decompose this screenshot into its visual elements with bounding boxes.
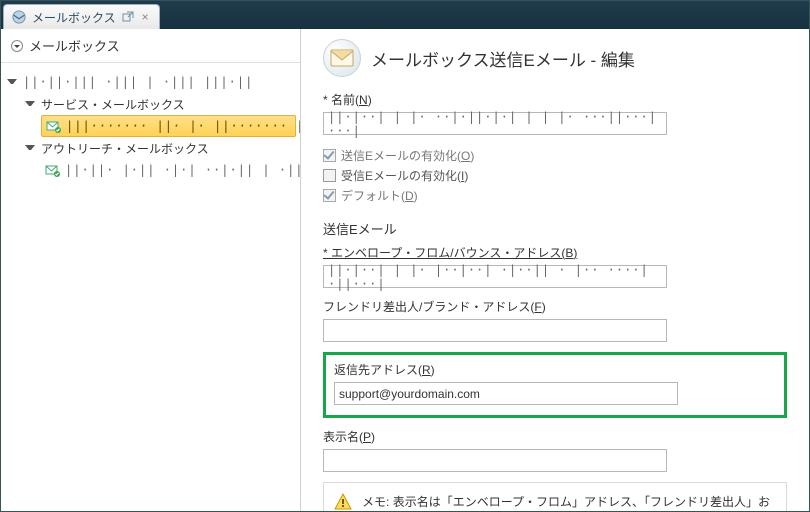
note-box: メモ: 表示名は「エンベロープ・フロム」アドレス、「フレンドリ差出人」および「返… [323,482,787,511]
tab-mailboxes[interactable]: メールボックス × [3,4,160,29]
name-input[interactable]: ||·|··| | |· ··|·||·|·| | | |· ···||···|… [323,112,667,135]
sidebar-title: メールボックス [29,36,120,55]
tree-group-label: サービス・メールボックス [41,96,185,113]
close-icon[interactable]: × [140,10,151,24]
page-title: メールボックス送信Eメール - 編集 [371,46,635,71]
envelope-input[interactable]: ||·|··| | |· |··|··| ·|··|| · |·· ····|·… [323,265,667,288]
reply-input-value: support@yourdomain.com [339,387,480,401]
note-text: メモ: 表示名は「エンベロープ・フロム」アドレス、「フレンドリ差出人」および「返… [362,493,776,511]
toggle-icon[interactable] [27,99,37,109]
mailbox-item-icon [46,118,62,134]
tree-root-label: ||·||·||| ·||| | ·||| |||·|| [23,75,253,89]
toggle-icon[interactable] [27,143,37,153]
checkbox-icon[interactable] [323,169,336,182]
name-label: 名前(N) [323,91,787,108]
tree-item-label: |||······· ||· |· ||······· ||· ···|····… [66,119,300,133]
check-label: デフォルト(D) [341,187,418,204]
name-input-value: ||·|··| | |· ··|·||·|·| | | |· ···||···|… [328,110,662,138]
reply-to-highlight: 返信先アドレス(R) support@yourdomain.com [323,352,787,418]
mailbox-item-icon [45,162,61,178]
tree-group-service[interactable]: サービス・メールボックス [23,93,296,115]
section-outgoing: 送信Eメール [323,219,787,238]
tree-group-outreach[interactable]: アウトリーチ・メールボックス [23,137,296,159]
warning-icon [334,493,352,511]
display-name-label: 表示名(P) [323,428,787,445]
reply-label: 返信先アドレス(R) [334,361,776,378]
display-name-input[interactable] [323,449,667,472]
tree-view: ||·||·||| ·||| | ·||| |||·|| サービス・メールボック… [1,63,300,511]
sidebar-header: メールボックス [1,29,300,63]
tab-label: メールボックス [32,9,116,26]
reply-input[interactable]: support@yourdomain.com [334,382,678,405]
detach-icon[interactable] [122,11,134,23]
checkbox-icon [323,189,336,202]
toggle-icon[interactable] [9,77,19,87]
envelope-input-value: ||·|··| | |· |··|··| ·|··|| · |·· ····|·… [328,263,662,291]
checkbox-icon [323,149,336,162]
chevron-down-icon [11,40,23,52]
mailboxes-icon [12,10,26,24]
tree-group-label: アウトリーチ・メールボックス [41,140,209,157]
check-default: デフォルト(D) [323,185,787,205]
tree-item[interactable]: ||·||· |·|| ·|·| ··|·|| | ·|| ··||||···|… [41,159,296,181]
envelope-label: エンベロープ・フロム/バウンス・アドレス(B) [323,244,787,261]
tree-item-selected[interactable]: |||······· ||· |· ||······· ||· ···|····… [41,115,296,137]
tree-item-label: ||·||· |·|| ·|·| ··|·|| | ·|| ··||||···|… [65,163,300,177]
check-label: 受信Eメールの有効化(I) [341,167,468,184]
check-send-enable: 送信Eメールの有効化(O) [323,145,787,165]
check-label: 送信Eメールの有効化(O) [341,147,474,164]
content-pane: メールボックス送信Eメール - 編集 名前(N) ||·|··| | |· ··… [301,29,809,511]
friendly-label: フレンドリ差出人/ブランド・アドレス(F) [323,298,787,315]
mail-icon [323,39,361,77]
tree-root[interactable]: ||·||·||| ·||| | ·||| |||·|| [5,71,296,93]
check-recv-enable[interactable]: 受信Eメールの有効化(I) [323,165,787,185]
tab-bar: メールボックス × [1,1,809,29]
friendly-input[interactable] [323,319,667,342]
